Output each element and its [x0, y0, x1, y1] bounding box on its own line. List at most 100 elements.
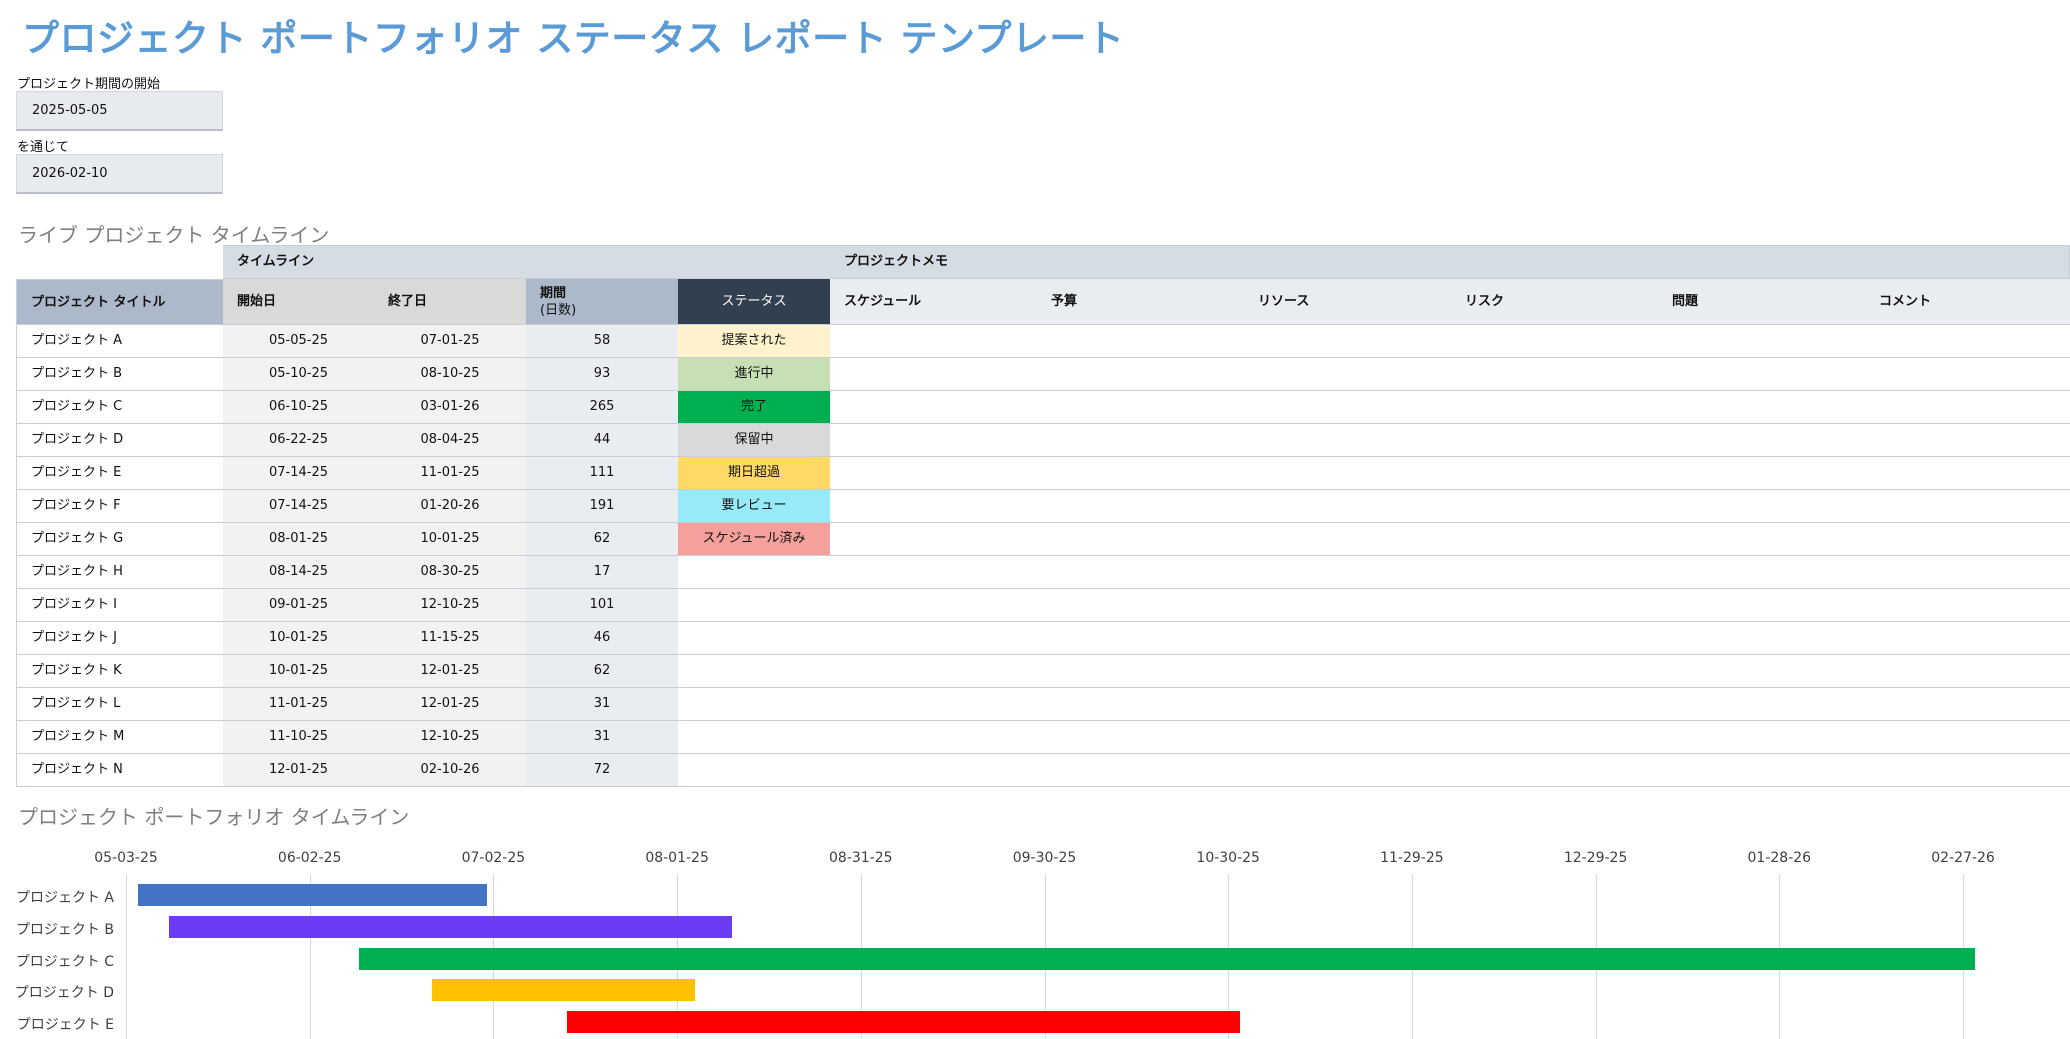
cell-note-resources[interactable] — [1244, 424, 1452, 457]
cell-duration[interactable]: 62 — [526, 655, 679, 688]
cell-note-risk[interactable] — [1451, 721, 1659, 754]
cell-note-resources[interactable] — [1244, 490, 1452, 523]
cell-status[interactable]: 期日超過 — [678, 457, 831, 490]
cell-note-schedule[interactable] — [830, 622, 1038, 655]
cell-duration[interactable]: 72 — [526, 754, 679, 787]
cell-note-budget[interactable] — [1037, 424, 1245, 457]
cell-note-comments[interactable] — [1865, 622, 2070, 655]
cell-end-date[interactable]: 12-01-25 — [374, 655, 527, 688]
cell-note-schedule[interactable] — [830, 325, 1038, 358]
cell-note-resources[interactable] — [1244, 358, 1452, 391]
cell-end-date[interactable]: 10-01-25 — [374, 523, 527, 556]
cell-start-date[interactable]: 08-14-25 — [223, 556, 375, 589]
cell-note-comments[interactable] — [1865, 589, 2070, 622]
cell-note-comments[interactable] — [1865, 325, 2070, 358]
cell-start-date[interactable]: 09-01-25 — [223, 589, 375, 622]
cell-note-budget[interactable] — [1037, 655, 1245, 688]
cell-start-date[interactable]: 05-05-25 — [223, 325, 375, 358]
cell-end-date[interactable]: 12-10-25 — [374, 589, 527, 622]
cell-note-resources[interactable] — [1244, 325, 1452, 358]
cell-note-budget[interactable] — [1037, 622, 1245, 655]
cell-note-budget[interactable] — [1037, 358, 1245, 391]
cell-status[interactable] — [678, 721, 831, 754]
cell-note-budget[interactable] — [1037, 391, 1245, 424]
cell-note-issues[interactable] — [1658, 556, 1866, 589]
cell-project-title[interactable]: プロジェクト A — [16, 325, 224, 358]
cell-note-issues[interactable] — [1658, 589, 1866, 622]
cell-status[interactable]: 提案された — [678, 325, 831, 358]
cell-status[interactable] — [678, 754, 831, 787]
cell-project-title[interactable]: プロジェクト I — [16, 589, 224, 622]
cell-note-comments[interactable] — [1865, 754, 2070, 787]
cell-note-risk[interactable] — [1451, 589, 1659, 622]
cell-end-date[interactable]: 11-01-25 — [374, 457, 527, 490]
cell-note-comments[interactable] — [1865, 490, 2070, 523]
cell-end-date[interactable]: 12-10-25 — [374, 721, 527, 754]
cell-duration[interactable]: 31 — [526, 721, 679, 754]
period-start-field[interactable]: 2025-05-05 — [16, 91, 223, 131]
cell-note-comments[interactable] — [1865, 358, 2070, 391]
cell-note-issues[interactable] — [1658, 622, 1866, 655]
cell-note-issues[interactable] — [1658, 688, 1866, 721]
cell-start-date[interactable]: 10-01-25 — [223, 655, 375, 688]
cell-start-date[interactable]: 12-01-25 — [223, 754, 375, 787]
cell-start-date[interactable]: 06-10-25 — [223, 391, 375, 424]
cell-start-date[interactable]: 08-01-25 — [223, 523, 375, 556]
cell-note-schedule[interactable] — [830, 589, 1038, 622]
cell-project-title[interactable]: プロジェクト N — [16, 754, 224, 787]
cell-start-date[interactable]: 11-01-25 — [223, 688, 375, 721]
cell-project-title[interactable]: プロジェクト M — [16, 721, 224, 754]
cell-end-date[interactable]: 11-15-25 — [374, 622, 527, 655]
cell-start-date[interactable]: 05-10-25 — [223, 358, 375, 391]
cell-note-schedule[interactable] — [830, 754, 1038, 787]
cell-project-title[interactable]: プロジェクト B — [16, 358, 224, 391]
cell-note-schedule[interactable] — [830, 424, 1038, 457]
cell-note-schedule[interactable] — [830, 556, 1038, 589]
cell-note-issues[interactable] — [1658, 424, 1866, 457]
cell-note-schedule[interactable] — [830, 655, 1038, 688]
cell-start-date[interactable]: 07-14-25 — [223, 490, 375, 523]
cell-status[interactable] — [678, 655, 831, 688]
cell-note-comments[interactable] — [1865, 556, 2070, 589]
cell-note-budget[interactable] — [1037, 523, 1245, 556]
cell-note-risk[interactable] — [1451, 523, 1659, 556]
cell-note-comments[interactable] — [1865, 457, 2070, 490]
cell-note-schedule[interactable] — [830, 391, 1038, 424]
cell-note-issues[interactable] — [1658, 391, 1866, 424]
cell-note-issues[interactable] — [1658, 358, 1866, 391]
cell-project-title[interactable]: プロジェクト F — [16, 490, 224, 523]
cell-note-resources[interactable] — [1244, 589, 1452, 622]
cell-note-budget[interactable] — [1037, 721, 1245, 754]
cell-note-issues[interactable] — [1658, 655, 1866, 688]
cell-duration[interactable]: 44 — [526, 424, 679, 457]
cell-status[interactable] — [678, 589, 831, 622]
cell-note-risk[interactable] — [1451, 391, 1659, 424]
cell-status[interactable]: スケジュール済み — [678, 523, 831, 556]
cell-note-comments[interactable] — [1865, 688, 2070, 721]
cell-note-schedule[interactable] — [830, 688, 1038, 721]
cell-note-risk[interactable] — [1451, 424, 1659, 457]
cell-duration[interactable]: 31 — [526, 688, 679, 721]
cell-project-title[interactable]: プロジェクト K — [16, 655, 224, 688]
cell-note-schedule[interactable] — [830, 721, 1038, 754]
cell-note-risk[interactable] — [1451, 754, 1659, 787]
cell-end-date[interactable]: 01-20-26 — [374, 490, 527, 523]
cell-note-schedule[interactable] — [830, 523, 1038, 556]
cell-note-comments[interactable] — [1865, 655, 2070, 688]
cell-start-date[interactable]: 11-10-25 — [223, 721, 375, 754]
cell-end-date[interactable]: 02-10-26 — [374, 754, 527, 787]
cell-note-schedule[interactable] — [830, 457, 1038, 490]
cell-note-issues[interactable] — [1658, 325, 1866, 358]
cell-note-comments[interactable] — [1865, 391, 2070, 424]
cell-note-resources[interactable] — [1244, 655, 1452, 688]
cell-project-title[interactable]: プロジェクト G — [16, 523, 224, 556]
cell-note-schedule[interactable] — [830, 490, 1038, 523]
cell-note-comments[interactable] — [1865, 424, 2070, 457]
cell-status[interactable] — [678, 556, 831, 589]
cell-note-resources[interactable] — [1244, 457, 1452, 490]
cell-end-date[interactable]: 08-10-25 — [374, 358, 527, 391]
cell-duration[interactable]: 62 — [526, 523, 679, 556]
cell-note-budget[interactable] — [1037, 457, 1245, 490]
cell-status[interactable]: 保留中 — [678, 424, 831, 457]
cell-note-resources[interactable] — [1244, 523, 1452, 556]
